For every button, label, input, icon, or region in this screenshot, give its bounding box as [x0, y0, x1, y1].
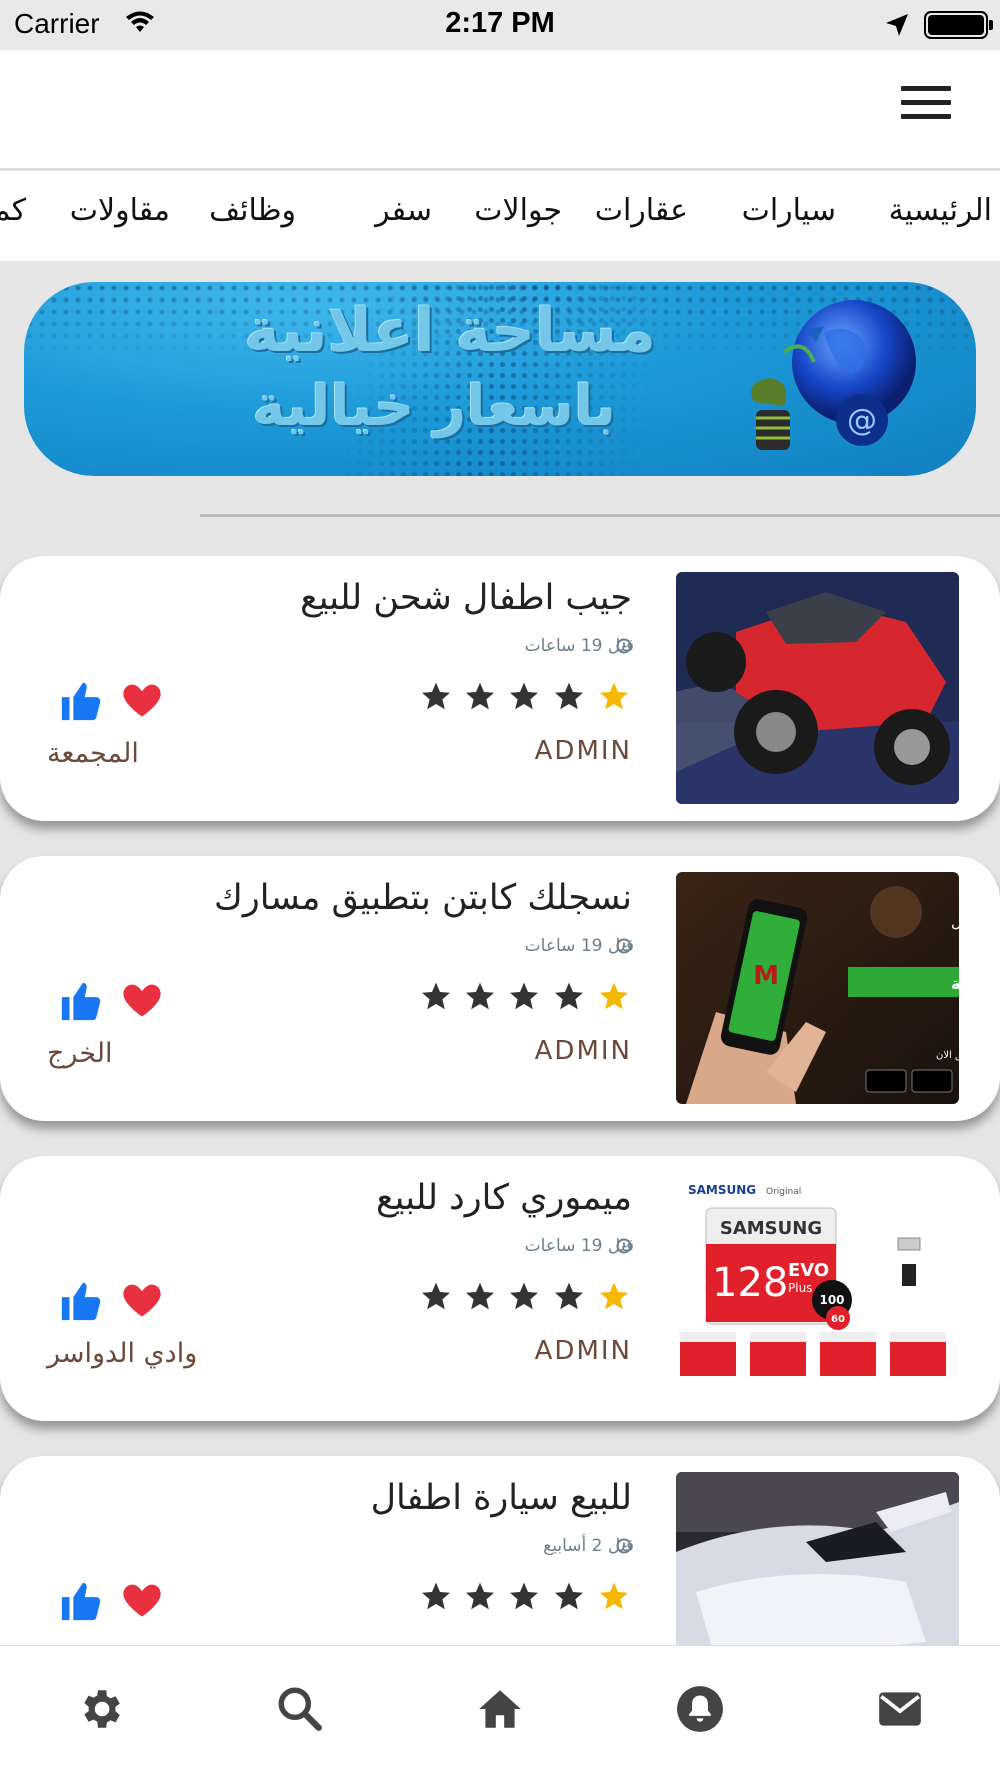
svg-text:@: @ — [847, 403, 877, 438]
samsung-capacity: 128 — [712, 1260, 788, 1306]
banner-headline: مساحة اعلانية — [244, 296, 656, 366]
menu-bar — [901, 86, 951, 91]
listing-card[interactable]: SAMSUNG Original SAMSUNG 128 EVO Plus 10… — [0, 1156, 1000, 1421]
menu-bar — [901, 100, 951, 105]
app-header — [0, 50, 1000, 170]
listing-card[interactable]: M اجعل رحلتك اسهل ابداء التجربة حمل التط… — [0, 856, 1000, 1121]
listing-author: ADMIN — [534, 736, 632, 766]
thumbs-up-icon[interactable] — [58, 1278, 104, 1324]
location-arrow-icon — [886, 14, 908, 36]
listing-city: الخرج — [47, 1038, 113, 1069]
red-jeep-image — [676, 572, 959, 804]
star-icon — [422, 982, 450, 1010]
category-real-estate[interactable]: عقارات — [595, 193, 688, 228]
listing-author: ADMIN — [534, 1036, 632, 1066]
category-nav: الرئيسية سيارات عقارات جوالات سفر وظائف … — [0, 171, 1000, 261]
star-icon — [422, 682, 450, 710]
tab-notifications[interactable] — [640, 1646, 760, 1778]
samsung-original: Original — [766, 1187, 801, 1197]
category-home[interactable]: الرئيسية — [889, 193, 992, 228]
star-icon — [510, 1582, 538, 1610]
listing-title: ميموري كارد للبيع — [376, 1178, 632, 1218]
star-icon-active — [600, 682, 628, 710]
star-icon — [422, 1282, 450, 1310]
section-divider — [200, 514, 1000, 517]
samsung-60: 60 — [831, 1314, 845, 1325]
listing-title: نسجلك كابتن بتطبيق مسارك — [213, 878, 632, 918]
phone-ad-sub: حمل التطبيق الان — [936, 1050, 959, 1061]
star-icon-active — [600, 1582, 628, 1610]
category-contracting[interactable]: مقاولات — [70, 193, 170, 228]
listing-card[interactable]: جيب اطفال شحن للبيع قبل 19 ساعات ADMIN ا… — [0, 556, 1000, 821]
listing-thumbnail-red-kids-jeep — [676, 572, 959, 804]
clock-icon — [616, 638, 632, 654]
star-icon — [466, 1282, 494, 1310]
menu-bar — [901, 114, 951, 119]
clock-icon — [616, 1538, 632, 1554]
phone-ad-cta: ابداء التجربة — [951, 974, 959, 993]
samsung-plus: Plus — [788, 1281, 812, 1295]
globe-bulb-icon: @ — [751, 300, 916, 450]
bottom-tab-bar — [0, 1645, 1000, 1778]
star-icon — [466, 1582, 494, 1610]
star-icon — [555, 1282, 583, 1310]
thumbs-up-icon[interactable] — [58, 1578, 104, 1624]
listing-thumbnail-samsung-memory-cards: SAMSUNG Original SAMSUNG 128 EVO Plus 10… — [676, 1172, 959, 1404]
listing-title: للبيع سيارة اطفال — [370, 1478, 632, 1518]
listing-city: وادي الدواسر — [47, 1338, 198, 1369]
status-bar: Carrier 2:17 PM — [0, 0, 1000, 50]
star-icon-active — [600, 1282, 628, 1310]
category-more[interactable]: كم — [0, 193, 26, 228]
heart-icon[interactable] — [120, 1278, 164, 1322]
hamburger-menu-button[interactable] — [896, 86, 956, 136]
category-jobs[interactable]: وظائف — [209, 193, 296, 228]
samsung-evo: EVO — [788, 1260, 829, 1281]
phone-ad-image: M اجعل رحلتك اسهل ابداء التجربة حمل التط… — [676, 872, 959, 1104]
battery-tip — [989, 20, 993, 30]
gear-icon — [84, 1690, 120, 1728]
star-icon — [555, 982, 583, 1010]
star-icon — [510, 682, 538, 710]
home-icon — [479, 1690, 521, 1728]
tab-search[interactable] — [240, 1646, 360, 1778]
thumbs-up-icon[interactable] — [58, 678, 104, 724]
ad-banner[interactable]: مساحة اعلانية باسعار خيالية @ — [24, 282, 976, 476]
star-icon-active — [600, 982, 628, 1010]
category-travel[interactable]: سفر — [375, 193, 432, 228]
clock-icon — [616, 1238, 632, 1254]
clock-icon — [616, 938, 632, 954]
star-icon — [466, 982, 494, 1010]
samsung-card-image: SAMSUNG Original SAMSUNG 128 EVO Plus 10… — [676, 1172, 959, 1404]
heart-icon[interactable] — [120, 678, 164, 722]
star-icon — [555, 1582, 583, 1610]
star-icon — [510, 1282, 538, 1310]
listing-thumbnail-phone-app-ad: M اجعل رحلتك اسهل ابداء التجربة حمل التط… — [676, 872, 959, 1104]
star-icon — [466, 682, 494, 710]
tab-messages[interactable] — [840, 1646, 960, 1778]
star-icon — [510, 982, 538, 1010]
samsung-brand-card: SAMSUNG — [720, 1218, 822, 1239]
listing-title: جيب اطفال شحن للبيع — [300, 578, 632, 618]
heart-icon[interactable] — [120, 978, 164, 1022]
phone-ad-tagline: اجعل رحلتك اسهل — [951, 913, 959, 931]
category-cars[interactable]: سيارات — [742, 193, 836, 228]
category-phones[interactable]: جوالات — [474, 193, 562, 228]
clock-time: 2:17 PM — [445, 7, 555, 39]
thumbs-up-icon[interactable] — [58, 978, 104, 1024]
search-icon — [278, 1687, 322, 1731]
samsung-brand-small: SAMSUNG — [688, 1183, 756, 1197]
mail-icon — [879, 1692, 921, 1726]
tab-home[interactable] — [440, 1646, 560, 1778]
tab-settings[interactable] — [40, 1646, 160, 1778]
heart-icon[interactable] — [120, 1578, 164, 1622]
svg-text:M: M — [753, 961, 779, 991]
battery-icon — [924, 11, 988, 39]
samsung-speed: 100 — [819, 1293, 844, 1307]
star-icon — [555, 682, 583, 710]
listing-city: المجمعة — [47, 738, 139, 769]
banner-subline: باسعار خيالية — [252, 374, 616, 439]
star-icon — [422, 1582, 450, 1610]
bell-icon — [677, 1686, 723, 1732]
listing-author: ADMIN — [534, 1336, 632, 1366]
